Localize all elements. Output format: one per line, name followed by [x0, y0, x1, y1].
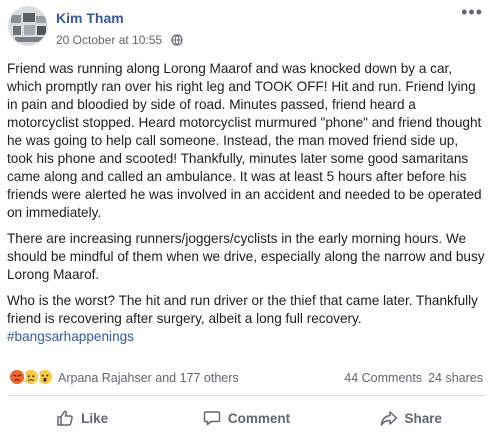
thumbs-up-icon — [57, 410, 73, 426]
globe-icon[interactable] — [171, 34, 184, 49]
more-options-icon[interactable]: ••• — [461, 3, 483, 21]
comment-label: Comment — [227, 410, 291, 426]
author-name[interactable]: Kim Tham — [56, 10, 124, 26]
share-button[interactable]: Share — [329, 400, 493, 436]
hashtag-link[interactable]: #bangsarhappenings — [7, 329, 134, 344]
post-timestamp[interactable]: 20 October at 10:55 — [56, 33, 162, 47]
comments-count-link[interactable]: 44 Comments — [344, 371, 422, 385]
author-avatar[interactable] — [8, 6, 48, 46]
post-paragraph: Who is the worst? The hit and run driver… — [7, 292, 487, 346]
post-header: Kim Tham 20 October at 10:55 ••• — [0, 0, 493, 56]
comment-icon — [203, 411, 221, 426]
post-body: Friend was running along Lorong Maarof a… — [7, 60, 487, 346]
reactions-bar: Arpana Rajahser and 177 others 44 Commen… — [0, 368, 493, 390]
angry-icon[interactable] — [8, 368, 26, 386]
post-actions: Like Comment Share — [0, 400, 493, 436]
post-paragraph-text: Who is the worst? The hit and run driver… — [7, 293, 478, 326]
like-label: Like — [81, 410, 109, 426]
post-paragraph: There are increasing runners/joggers/cyc… — [7, 231, 485, 282]
comment-button[interactable]: Comment — [164, 400, 328, 436]
shares-count-link[interactable]: 24 shares — [428, 371, 483, 385]
share-label: Share — [404, 410, 443, 426]
reacted-by-link[interactable]: Arpana Rajahser and 177 others — [58, 371, 239, 385]
post-meta: 20 October at 10:55 — [56, 33, 184, 49]
like-button[interactable]: Like — [0, 400, 164, 436]
share-icon — [380, 411, 397, 426]
post-paragraph: Friend was running along Lorong Maarof a… — [7, 61, 482, 220]
engagement-counts: 44 Comments 24 shares — [344, 371, 483, 385]
action-divider — [8, 395, 485, 396]
